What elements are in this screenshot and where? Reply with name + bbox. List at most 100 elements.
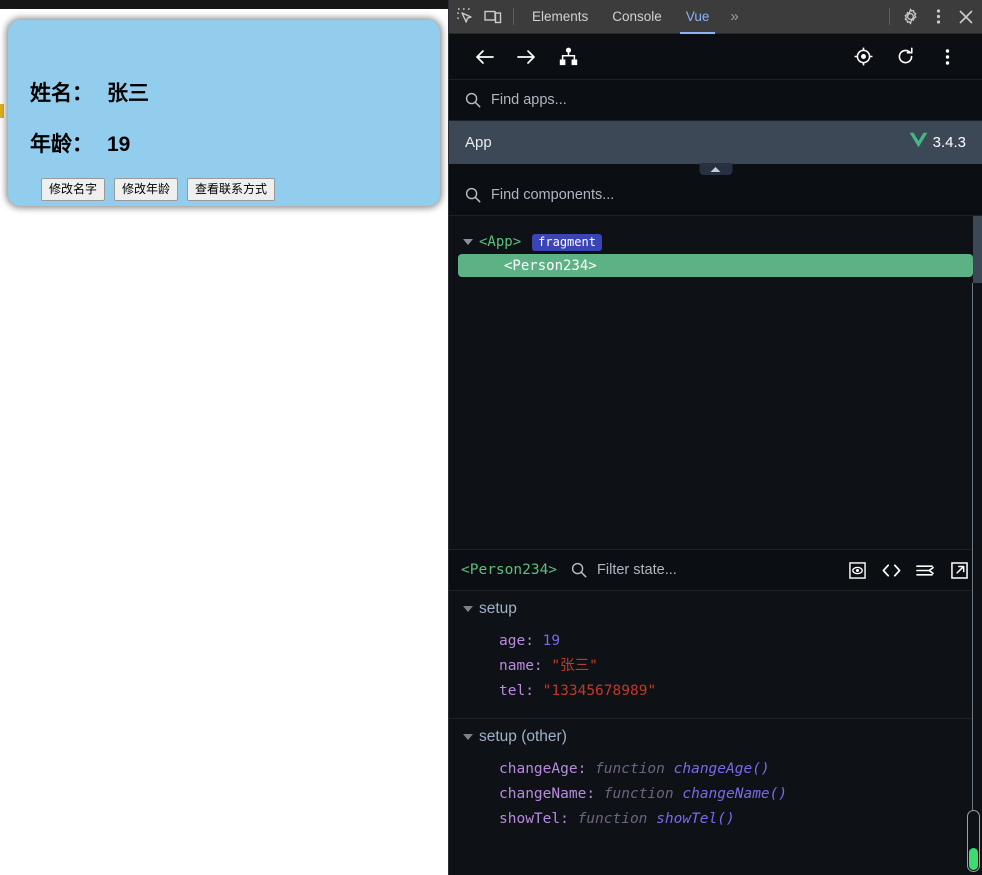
state-value-showtel: showTel(): [656, 811, 735, 827]
name-value: 张三: [107, 82, 149, 105]
state-value-tel: "13345678989": [542, 683, 657, 699]
state-inspector-body: setup age: 19 name: "张三" tel: "133456789…: [449, 591, 982, 846]
state-key-showtel: showTel: [499, 811, 561, 827]
state-value-age: 19: [542, 633, 561, 649]
tree-node-app[interactable]: <App> fragment: [449, 230, 982, 254]
fragment-badge: fragment: [532, 233, 602, 251]
state-entry-changeage[interactable]: changeAge: function changeAge(): [449, 757, 982, 782]
state-entry-showtel[interactable]: showTel: function showTel(): [449, 807, 982, 832]
search-icon: [571, 562, 587, 578]
caret-down-icon[interactable]: [463, 734, 473, 740]
tree-node-person234-label: <Person234>: [504, 257, 597, 274]
device-toolbar-icon[interactable]: [479, 4, 507, 30]
find-apps-search[interactable]: Find apps...: [449, 80, 982, 121]
search-icon: [465, 187, 481, 203]
panel-splitter[interactable]: [449, 163, 982, 175]
state-key-name: name: [499, 658, 534, 674]
state-fn-keyword: function: [577, 811, 648, 827]
open-external-icon[interactable]: [948, 559, 970, 581]
state-header-actions: [846, 559, 970, 581]
age-label: 年龄：: [30, 133, 93, 156]
person-card: 姓名： 张三 年龄： 19 修改名字 修改年龄 查看联系方式: [8, 20, 440, 206]
state-entry-changename[interactable]: changeName: function changeName(): [449, 782, 982, 807]
state-value-name: "张三": [551, 658, 598, 674]
tree-node-app-label: <App>: [479, 234, 522, 250]
show-tel-button[interactable]: 查看联系方式: [187, 178, 276, 201]
state-key-changeage: changeAge: [499, 761, 578, 777]
state-component-name: <Person234>: [461, 562, 558, 578]
open-in-editor-icon[interactable]: [880, 559, 902, 581]
state-section-setup-other-label: setup (other): [479, 728, 567, 745]
find-components-placeholder: Find components...: [491, 187, 615, 203]
state-entry-tel[interactable]: tel: "13345678989": [449, 679, 982, 704]
back-arrow-icon[interactable]: [463, 40, 505, 74]
tab-console[interactable]: Console: [600, 0, 674, 34]
browser-top-strip: [0, 0, 448, 9]
name-label: 姓名：: [30, 82, 93, 105]
find-components-search[interactable]: Find components...: [449, 175, 982, 216]
devtools-edge-line: [972, 283, 973, 810]
inspect-element-icon[interactable]: [451, 4, 479, 30]
devtools-tabbar: Elements Console Vue »: [449, 0, 982, 34]
state-entry-age[interactable]: age: 19: [449, 629, 982, 654]
select-component-icon[interactable]: [842, 40, 884, 74]
state-section-setup-other[interactable]: setup (other): [449, 719, 982, 755]
filter-state-placeholder: Filter state...: [597, 562, 677, 578]
inspect-dom-icon[interactable]: [846, 559, 868, 581]
vue-toolbar: [449, 34, 982, 80]
state-section-setup-label: setup: [479, 600, 517, 617]
tabbar-divider: [513, 8, 514, 25]
caret-down-icon[interactable]: [463, 606, 473, 612]
state-setup-list: age: 19 name: "张三" tel: "13345678989": [449, 627, 982, 718]
page-scrollbar-rail[interactable]: [0, 9, 5, 875]
find-apps-placeholder: Find apps...: [491, 92, 567, 108]
more-tabs-icon[interactable]: »: [721, 8, 747, 25]
state-section-setup[interactable]: setup: [449, 591, 982, 627]
app-version-group: 3.4.3: [909, 132, 966, 153]
tree-node-person234[interactable]: <Person234>: [458, 254, 973, 277]
search-icon: [465, 92, 481, 108]
devtools-panel: Elements Console Vue » Find apps... App …: [448, 0, 982, 875]
gear-icon[interactable]: [896, 4, 924, 30]
state-inspector-header: <Person234> Filter state...: [449, 549, 982, 591]
change-name-button[interactable]: 修改名字: [41, 178, 106, 201]
state-entry-name[interactable]: name: "张三": [449, 654, 982, 679]
devtools-right-gutter: [973, 283, 982, 875]
tab-vue[interactable]: Vue: [674, 0, 722, 34]
component-tree: <App> fragment <Person234>: [449, 216, 982, 549]
card-button-row: 修改名字 修改年龄 查看联系方式: [41, 178, 276, 201]
devtools-scrollbar[interactable]: [967, 810, 980, 872]
app-row[interactable]: App 3.4.3: [449, 121, 982, 164]
close-icon[interactable]: [952, 4, 980, 30]
age-value: 19: [107, 133, 131, 156]
tab-elements[interactable]: Elements: [520, 0, 600, 34]
app-name: App: [465, 134, 492, 151]
refresh-icon[interactable]: [884, 40, 926, 74]
state-fn-keyword: function: [595, 761, 665, 777]
tab-vue-label: Vue: [685, 9, 710, 24]
state-key-age: age: [499, 633, 526, 649]
tab-elements-label: Elements: [532, 9, 589, 24]
vue-logo-icon: [909, 132, 928, 153]
state-key-changename: changeName: [499, 786, 587, 802]
state-value-changeage: changeAge(): [673, 761, 770, 777]
page-scroll-marker: [0, 104, 4, 118]
more-options-icon[interactable]: [924, 4, 952, 30]
age-row: 年龄： 19: [30, 128, 130, 158]
vue-more-options-icon[interactable]: [926, 40, 968, 74]
state-setup-other-list: changeAge: function changeAge() changeNa…: [449, 755, 982, 846]
devtools-scrollbar-thumb[interactable]: [969, 848, 978, 870]
change-age-button[interactable]: 修改年龄: [114, 178, 179, 201]
caret-down-icon[interactable]: [463, 239, 473, 245]
component-tree-icon[interactable]: [547, 40, 589, 74]
name-row: 姓名： 张三: [30, 77, 149, 107]
screenshot-root: 姓名： 张三 年龄： 19 修改名字 修改年龄 查看联系方式 Elements …: [0, 0, 982, 875]
state-fn-keyword: function: [603, 786, 674, 802]
page-viewport: 姓名： 张三 年龄： 19 修改名字 修改年龄 查看联系方式: [0, 9, 448, 875]
forward-arrow-icon[interactable]: [505, 40, 547, 74]
splitter-collapse-handle[interactable]: [699, 163, 732, 175]
state-value-changename: changeName(): [682, 786, 788, 802]
app-version: 3.4.3: [932, 134, 966, 151]
state-key-tel: tel: [499, 683, 526, 699]
collapse-all-icon[interactable]: [914, 559, 936, 581]
